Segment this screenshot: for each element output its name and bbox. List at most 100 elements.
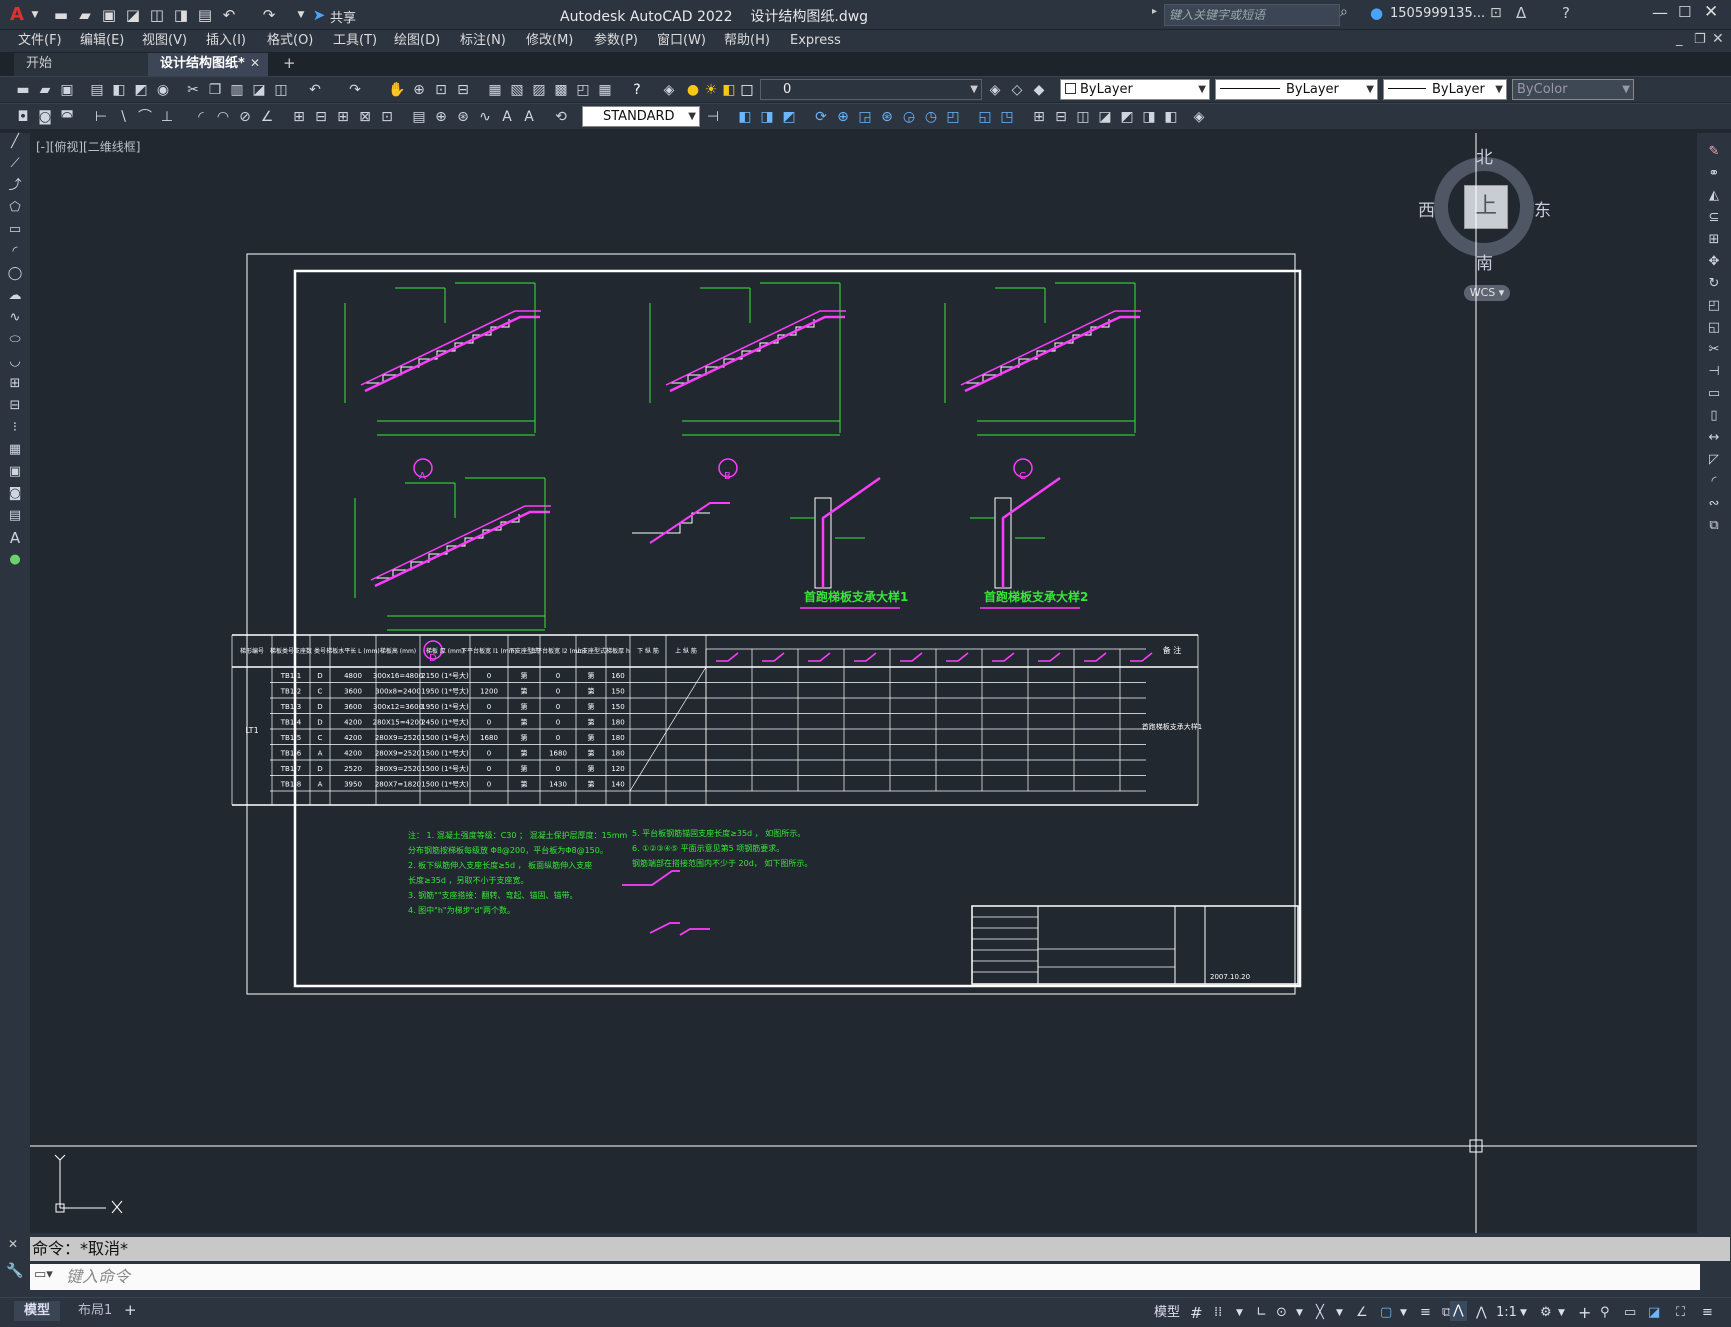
help-icon[interactable]: ? <box>628 81 646 99</box>
explode-icon[interactable]: ⊞ <box>1030 108 1048 126</box>
command-input[interactable]: 键入命令 <box>30 1264 1700 1290</box>
lineweight-dropdown[interactable]: ByLayer ▼ <box>1383 79 1507 100</box>
align-icon[interactable]: ◩ <box>1118 108 1136 126</box>
jogged-dim-icon[interactable]: ◠ <box>214 108 232 126</box>
offset-icon[interactable]: ◶ <box>900 108 918 126</box>
zoom-window-icon[interactable]: ⊡ <box>432 81 450 99</box>
gradient-icon[interactable]: ▣ <box>4 463 26 481</box>
grid-icon[interactable]: # <box>1190 1303 1203 1323</box>
chamfer-icon[interactable]: ◸ <box>1703 451 1725 469</box>
quick-dim-icon[interactable]: ⊞ <box>290 108 308 126</box>
edit-spline-icon[interactable]: ◈ <box>1190 108 1208 126</box>
copy-icon[interactable]: ⚭ <box>1703 165 1725 183</box>
make-block-icon[interactable]: ⊟ <box>4 397 26 415</box>
ellipse-icon[interactable]: ⬭ <box>4 331 26 349</box>
menu-help[interactable]: 帮助(H) <box>724 32 770 50</box>
table-icon[interactable]: ▤ <box>4 507 26 525</box>
add-selected-icon[interactable]: ● <box>4 551 26 569</box>
markup-icon[interactable]: ◰ <box>574 81 592 99</box>
calculator-icon[interactable]: ▦ <box>596 81 614 99</box>
menu-parametric[interactable]: 参数(P) <box>594 32 638 50</box>
construction-line-icon[interactable]: ⟋ <box>4 155 26 173</box>
quick-properties-icon[interactable]: ▭ <box>1624 1303 1636 1323</box>
layer-color-icon[interactable]: □ <box>738 81 756 99</box>
3d-print-icon[interactable]: ◉ <box>154 81 172 99</box>
dimstyle-dropdown[interactable]: STANDARD ▼ <box>582 106 700 127</box>
ortho-icon[interactable]: ∟ <box>1256 1303 1267 1323</box>
offset-icon[interactable]: ⊆ <box>1703 209 1725 227</box>
erase-icon[interactable]: ◨ <box>1140 108 1158 126</box>
edit-polyline-icon[interactable]: ◧ <box>1162 108 1180 126</box>
stretch-icon[interactable]: ◱ <box>1703 319 1725 337</box>
jogged-linear-icon[interactable]: ∿ <box>476 108 494 126</box>
layer-lock-icon[interactable]: ◧ <box>720 81 738 99</box>
explode-icon[interactable]: ⧉ <box>1703 517 1725 535</box>
menu-express[interactable]: Express <box>790 32 841 50</box>
erase-icon[interactable]: ✎ <box>1703 143 1725 161</box>
spline-icon[interactable]: ∿ <box>4 309 26 327</box>
share-icon[interactable]: ➤ <box>308 4 330 26</box>
trim-icon[interactable]: ◷ <box>922 108 940 126</box>
layer-dropdown[interactable]: 0 ▼ <box>760 79 982 100</box>
tab-start[interactable]: 开始 <box>14 53 148 76</box>
plot-icon[interactable]: ▤ <box>88 81 106 99</box>
match-prop-icon[interactable]: ◪ <box>250 81 268 99</box>
menu-window[interactable]: 窗口(W) <box>657 32 706 50</box>
trim-icon[interactable]: ✂ <box>1703 341 1725 359</box>
command-close-icon[interactable]: ✕ <box>8 1237 18 1251</box>
point-icon[interactable]: ⁝ <box>4 419 26 437</box>
scale-icon[interactable]: ◲ <box>856 108 874 126</box>
region-icon[interactable]: ◙ <box>4 485 26 503</box>
layer-properties-icon[interactable]: ◈ <box>660 81 678 99</box>
revision-cloud-icon[interactable]: ☁ <box>4 287 26 305</box>
hatch-icon[interactable]: ▦ <box>4 441 26 459</box>
annotation-scale[interactable]: 1:1 <box>1496 1303 1517 1323</box>
model-space-button[interactable]: 模型 <box>1154 1303 1180 1323</box>
save-icon[interactable]: ▣ <box>98 4 120 26</box>
app-menu-chevron-icon[interactable]: ▼ <box>24 4 46 26</box>
hardware-accel-icon[interactable]: ◪ <box>1648 1303 1660 1323</box>
center-mark-icon[interactable]: ⊕ <box>432 108 450 126</box>
qsave-icon[interactable]: ◙ <box>36 108 54 126</box>
search-icon[interactable]: ⌕ <box>1340 4 1348 20</box>
save-web-icon[interactable]: ◨ <box>170 4 192 26</box>
cart-icon[interactable]: ⊡ <box>1490 5 1502 21</box>
open-file-icon[interactable]: ▰ <box>74 4 96 26</box>
rotate-icon[interactable]: ↻ <box>1703 275 1725 293</box>
save-as-icon[interactable]: ◪ <box>122 4 144 26</box>
layer-state-icon[interactable]: ◆ <box>1030 81 1048 99</box>
otrack-icon[interactable]: ∠ <box>1356 1303 1368 1323</box>
menu-draw[interactable]: 绘图(D) <box>394 32 440 50</box>
minimize-icon[interactable]: — <box>1652 3 1668 22</box>
menu-view[interactable]: 视图(V) <box>142 32 187 50</box>
plot-preview-icon[interactable]: ◧ <box>110 81 128 99</box>
user-name[interactable]: 1505999135... <box>1390 6 1485 21</box>
inspection-icon[interactable]: ⊛ <box>454 108 472 126</box>
diameter-dim-icon[interactable]: ⊘ <box>236 108 254 126</box>
search-input[interactable]: 键入关键字或短语 <box>1164 4 1340 26</box>
dim-edit-icon[interactable]: A <box>498 108 516 126</box>
qnew-icon[interactable]: ◘ <box>14 108 32 126</box>
angular-dim-icon[interactable]: ∠ <box>258 108 276 126</box>
copy-icon[interactable]: ❐ <box>206 81 224 99</box>
ordinate-dim-icon[interactable]: ⊥ <box>158 108 176 126</box>
ellipse-arc-icon[interactable]: ◡ <box>4 353 26 371</box>
make-current-layer-icon[interactable]: ◈ <box>986 81 1004 99</box>
zoom-realtime-icon[interactable]: ⊕ <box>410 81 428 99</box>
layer-previous-icon[interactable]: ◇ <box>1008 81 1026 99</box>
redo-icon[interactable]: ↷ <box>258 4 280 26</box>
publish-icon[interactable]: ◩ <box>132 81 150 99</box>
open-web-icon[interactable]: ◫ <box>146 4 168 26</box>
fillet-icon[interactable]: ◱ <box>976 108 994 126</box>
linear-dim-icon[interactable]: ⊢ <box>92 108 110 126</box>
new-tab-button[interactable]: + <box>283 54 296 72</box>
polar-icon[interactable]: ⊙ <box>1276 1303 1287 1323</box>
fillet-icon[interactable]: ◜ <box>1703 473 1725 491</box>
aligned-dim-icon[interactable]: ∖ <box>114 108 132 126</box>
doc-close-icon[interactable]: ✕ <box>1712 31 1724 47</box>
undo-icon[interactable]: ↶ <box>218 4 240 26</box>
osnap-icon[interactable]: ▢ <box>1380 1303 1392 1323</box>
new-icon[interactable]: ▬ <box>14 81 32 99</box>
autoscale-icon[interactable]: ⋀ <box>1476 1303 1487 1323</box>
dim-text-edit-icon[interactable]: A <box>520 108 538 126</box>
